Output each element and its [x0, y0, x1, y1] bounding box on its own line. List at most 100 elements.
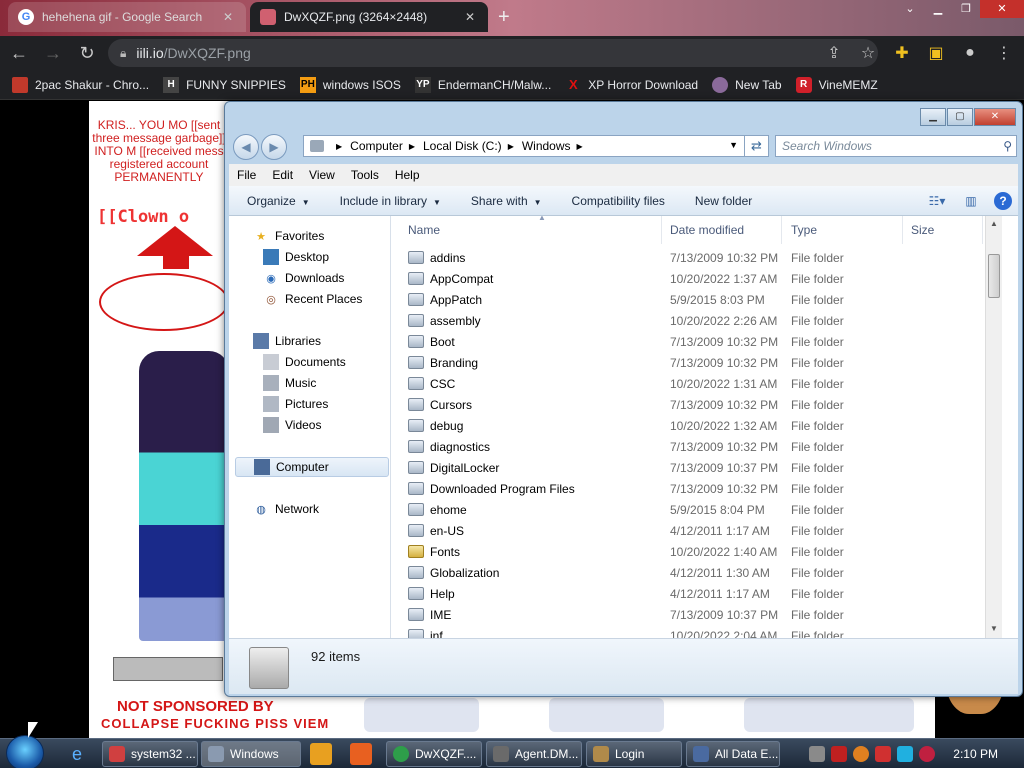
column-header-size[interactable]: Size	[903, 216, 983, 244]
side-panel-icon[interactable]: ▣	[924, 40, 948, 66]
close-tab-icon[interactable]: ✕	[220, 10, 236, 24]
file-row[interactable]: inf 10/20/2022 2:04 AM File folder	[392, 625, 1002, 638]
taskbar-item-chrome[interactable]: DwXQZF....	[386, 741, 482, 767]
reload-icon[interactable]: ↻	[72, 38, 102, 68]
tab-google-search[interactable]: G hehehena gif - Google Search ✕	[8, 2, 246, 32]
file-row[interactable]: Downloaded Program Files 7/13/2009 10:32 …	[392, 478, 1002, 499]
file-row[interactable]: en-US 4/12/2011 1:17 AM File folder	[392, 520, 1002, 541]
include-in-library-button[interactable]: Include in library ▼	[340, 194, 441, 208]
taskbar-item-system32[interactable]: system32 ...	[102, 741, 198, 767]
file-row[interactable]: addins 7/13/2009 10:32 PM File folder	[392, 247, 1002, 268]
file-row[interactable]: Cursors 7/13/2009 10:32 PM File folder	[392, 394, 1002, 415]
minimize-button[interactable]: ▁	[920, 108, 946, 126]
breadcrumb-separator-icon[interactable]: ▶	[336, 142, 342, 151]
menu-tools[interactable]: Tools	[351, 168, 379, 182]
file-row[interactable]: CSC 10/20/2022 1:31 AM File folder	[392, 373, 1002, 394]
file-row[interactable]: IME 7/13/2009 10:37 PM File folder	[392, 604, 1002, 625]
vertical-scrollbar[interactable]: ▲ ▼	[985, 216, 1002, 638]
restore-icon[interactable]: ❐	[952, 0, 980, 18]
minimize-icon[interactable]: ▁	[924, 0, 952, 18]
share-with-button[interactable]: Share with ▼	[471, 194, 542, 208]
nav-desktop[interactable]: Desktop	[263, 247, 329, 267]
breadcrumb-local-disk[interactable]: Local Disk (C:)	[423, 139, 502, 153]
share-icon[interactable]: ⇪	[822, 40, 846, 66]
taskbar-item-login[interactable]: Login	[586, 741, 682, 767]
bookmark-new-tab[interactable]: New Tab	[712, 76, 782, 93]
new-tab-button[interactable]: +	[498, 6, 510, 29]
back-button[interactable]: ◀	[233, 134, 259, 160]
lock-icon[interactable]: 🔒︎	[120, 46, 126, 61]
nav-music[interactable]: Music	[263, 373, 316, 393]
search-icon[interactable]: ⚲	[1003, 136, 1012, 156]
forward-arrow-icon[interactable]: →	[38, 38, 68, 68]
app-quick-icon[interactable]	[350, 743, 372, 765]
menu-file[interactable]: File	[237, 168, 256, 182]
scroll-down-icon[interactable]: ▼	[990, 624, 998, 633]
tray-app-icon[interactable]	[853, 746, 870, 762]
tray-app-icon[interactable]	[831, 746, 848, 762]
close-tab-icon[interactable]: ✕	[462, 10, 478, 24]
bookmark-windows-isos[interactable]: PH windows ISOS	[299, 76, 401, 93]
bookmark-xp-horror[interactable]: X XP Horror Download	[565, 77, 698, 93]
internet-explorer-icon[interactable]: e	[66, 743, 88, 765]
file-row[interactable]: Boot 7/13/2009 10:32 PM File folder	[392, 331, 1002, 352]
chevron-down-icon[interactable]: ⌄	[896, 0, 924, 18]
volume-icon[interactable]	[919, 746, 936, 762]
extensions-puzzle-icon[interactable]: ✚	[890, 40, 914, 66]
menu-view[interactable]: View	[309, 168, 335, 182]
view-options-icon[interactable]: ☷▾	[926, 192, 948, 210]
file-row[interactable]: ehome 5/9/2015 8:04 PM File folder	[392, 499, 1002, 520]
clock[interactable]: 2:10 PM	[953, 747, 998, 761]
taskbar-item-all-data[interactable]: All Data E...	[686, 741, 780, 767]
bookmark-funny-snippies[interactable]: H FUNNY SNIPPIES	[163, 76, 286, 93]
explorer-address-bar[interactable]: ▶ Computer ▶ Local Disk (C:) ▶ Windows ▶…	[303, 135, 769, 157]
address-dropdown-icon[interactable]: ▼	[729, 140, 738, 150]
media-player-icon[interactable]	[310, 743, 332, 765]
column-header-name[interactable]: Name ▲	[400, 216, 662, 244]
file-row[interactable]: Branding 7/13/2009 10:32 PM File folder	[392, 352, 1002, 373]
nav-computer[interactable]: Computer	[235, 457, 389, 477]
back-arrow-icon[interactable]: ←	[4, 38, 34, 68]
close-window-icon[interactable]: ✕	[980, 0, 1024, 18]
column-header-type[interactable]: Type	[783, 216, 903, 244]
file-row[interactable]: diagnostics 7/13/2009 10:32 PM File folder	[392, 436, 1002, 457]
breadcrumb-computer[interactable]: Computer	[350, 139, 403, 153]
maximize-button[interactable]: ▢	[947, 108, 973, 126]
menu-kebab-icon[interactable]: ⋮	[992, 40, 1016, 66]
help-icon[interactable]: ?	[994, 192, 1012, 210]
nav-videos[interactable]: Videos	[263, 415, 321, 435]
close-button[interactable]: ✕	[974, 108, 1016, 126]
new-folder-button[interactable]: New folder	[695, 194, 752, 208]
bookmark-vinememz[interactable]: R VineMEMZ	[795, 76, 878, 93]
breadcrumb-separator-icon[interactable]: ▶	[577, 142, 583, 151]
column-header-date[interactable]: Date modified	[662, 216, 782, 244]
nav-network[interactable]: ◍ Network	[253, 499, 319, 519]
file-row[interactable]: DigitalLocker 7/13/2009 10:37 PM File fold…	[392, 457, 1002, 478]
taskbar-item-agent[interactable]: Agent.DM...	[486, 741, 582, 767]
scroll-up-icon[interactable]: ▲	[990, 219, 998, 228]
breadcrumb-separator-icon[interactable]: ▶	[409, 142, 415, 151]
compatibility-files-button[interactable]: Compatibility files	[572, 194, 665, 208]
forward-button[interactable]: ▶	[261, 134, 287, 160]
nav-pictures[interactable]: Pictures	[263, 394, 328, 414]
file-row[interactable]: debug 10/20/2022 1:32 AM File folder	[392, 415, 1002, 436]
bookmark-endermanch[interactable]: YP EndermanCH/Malw...	[414, 76, 551, 93]
tray-app-icon[interactable]	[809, 746, 826, 762]
preview-pane-icon[interactable]: ▥	[960, 192, 982, 210]
nav-recent-places[interactable]: ◎ Recent Places	[263, 289, 362, 309]
nav-downloads[interactable]: ◉ Downloads	[263, 268, 344, 288]
explorer-titlebar[interactable]: ▁ ▢ ✕	[225, 102, 1022, 130]
nav-documents[interactable]: Documents	[263, 352, 346, 372]
bookmark-star-icon[interactable]: ☆	[856, 40, 880, 66]
start-button[interactable]	[6, 735, 44, 768]
profile-avatar-icon[interactable]: ●	[958, 40, 982, 66]
file-row[interactable]: AppCompat 10/20/2022 1:37 AM File folder	[392, 268, 1002, 289]
scrollbar-thumb[interactable]	[988, 254, 1000, 298]
menu-edit[interactable]: Edit	[272, 168, 293, 182]
nav-libraries[interactable]: Libraries	[253, 331, 321, 351]
tab-image[interactable]: DwXQZF.png (3264×2448) ✕	[250, 2, 488, 32]
file-row[interactable]: Help 4/12/2011 1:17 AM File folder	[392, 583, 1002, 604]
file-row[interactable]: assembly 10/20/2022 2:26 AM File folder	[392, 310, 1002, 331]
search-input[interactable]: Search Windows ⚲	[775, 135, 1017, 157]
address-bar[interactable]: 🔒︎ iili.io/DwXQZF.png	[108, 39, 878, 67]
